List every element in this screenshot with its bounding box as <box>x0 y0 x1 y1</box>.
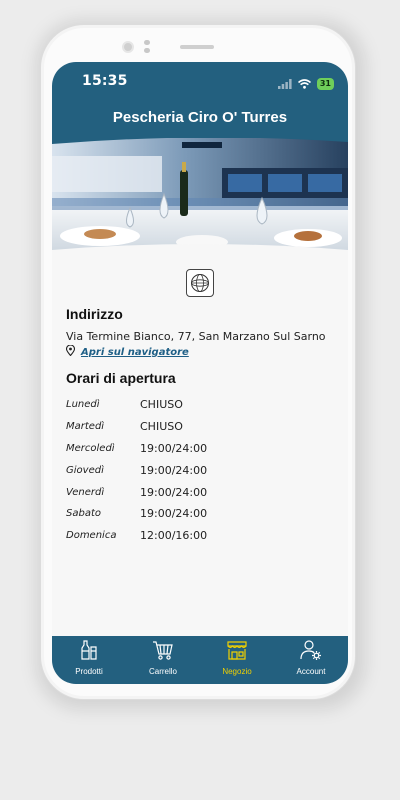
wifi-icon <box>297 74 311 93</box>
battery-indicator: 31 <box>316 77 334 90</box>
tab-label: Carrello <box>148 667 177 676</box>
hours-time: CHIUSO <box>140 420 183 434</box>
hours-row: Giovedì 19:00/24:00 <box>66 459 326 481</box>
hours-time: 19:00/24:00 <box>140 441 208 455</box>
signal-icon <box>277 74 292 93</box>
store-logo <box>186 269 214 297</box>
user-settings-icon <box>300 639 322 665</box>
hours-day: Mercoledì <box>66 442 115 454</box>
sensor-dot <box>144 40 150 45</box>
tab-label: Account <box>296 667 326 676</box>
tab-negozio[interactable]: Negozio <box>200 636 274 684</box>
opening-hours-title: Orari di apertura <box>66 370 176 386</box>
store-address: Via Termine Bianco, 77, San Marzano Sul … <box>66 330 326 343</box>
status-time: 15:35 <box>82 73 128 89</box>
hours-day: Lunedì <box>66 399 100 411</box>
hours-row: Martedì CHIUSO <box>66 416 326 438</box>
hours-row: Mercoledì 19:00/24:00 <box>66 438 326 460</box>
hours-row: Domenica 12:00/16:00 <box>66 525 326 547</box>
store-photo <box>52 138 348 260</box>
hours-day: Domenica <box>66 530 117 542</box>
location-pin-icon <box>65 344 76 359</box>
hours-day: Martedì <box>66 421 105 433</box>
front-camera <box>122 41 134 53</box>
tab-label: Negozio <box>222 667 252 676</box>
open-navigator-link[interactable]: Apri sul navigatore <box>65 344 189 359</box>
hours-time: 19:00/24:00 <box>140 507 208 521</box>
hours-day: Giovedì <box>66 464 104 476</box>
hours-time: 12:00/16:00 <box>140 529 208 543</box>
hours-row: Venerdì 19:00/24:00 <box>66 481 326 503</box>
address-title: Indirizzo <box>66 306 123 322</box>
bottom-tab-bar: Prodotti Carrello Negozio Account <box>52 636 348 684</box>
hours-time: 19:00/24:00 <box>140 485 208 499</box>
opening-hours-list: Lunedì CHIUSO Martedì CHIUSO Mercoledì 1… <box>66 394 326 547</box>
tab-label: Prodotti <box>75 667 103 676</box>
tab-account[interactable]: Account <box>274 636 348 684</box>
hours-time: 19:00/24:00 <box>140 463 208 477</box>
app-screen: 15:35 31 Pescheria Ciro O' Turres Indiri… <box>52 62 348 684</box>
status-icons: 31 <box>277 74 334 93</box>
hours-day: Sabato <box>66 508 101 520</box>
tab-carrello[interactable]: Carrello <box>126 636 200 684</box>
sensor-dot <box>144 48 150 53</box>
open-navigator-label: Apri sul navigatore <box>81 346 189 358</box>
hours-row: Lunedì CHIUSO <box>66 394 326 416</box>
hours-day: Venerdì <box>66 486 105 498</box>
tab-prodotti[interactable]: Prodotti <box>52 636 126 684</box>
cart-icon <box>152 639 174 665</box>
hours-time: CHIUSO <box>140 398 183 412</box>
speaker-grille <box>180 45 214 49</box>
bottles-icon <box>78 639 100 665</box>
store-icon <box>226 639 248 665</box>
hours-row: Sabato 19:00/24:00 <box>66 503 326 525</box>
status-bar: 15:35 31 <box>52 62 348 100</box>
page-title: Pescheria Ciro O' Turres <box>52 100 348 138</box>
